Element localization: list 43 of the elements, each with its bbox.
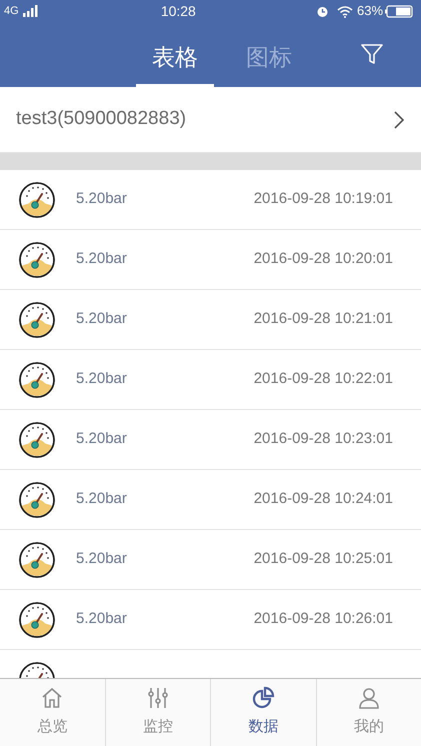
- tab-bar-item[interactable]: 数据: [210, 679, 316, 746]
- view-tab[interactable]: 表格: [136, 36, 214, 87]
- chevron-right-icon: [393, 110, 405, 130]
- gauge-icon: [18, 600, 56, 638]
- clock-time: 10:28: [160, 2, 196, 20]
- gauge-icon: [18, 180, 56, 218]
- alarm-icon: [316, 4, 329, 18]
- pressure-value: 5.20bar: [76, 429, 127, 450]
- pressure-value: 5.20bar: [76, 249, 127, 270]
- battery-percent: 63%: [356, 2, 384, 20]
- user-icon: [356, 686, 381, 710]
- record-time: 2016-09-28 10:25:01: [254, 549, 393, 570]
- pressure-value: 5.20bar: [76, 489, 127, 510]
- filter-icon[interactable]: [360, 42, 384, 66]
- carrier-label: 4G: [4, 4, 19, 19]
- pressure-value: 5.20bar: [76, 369, 127, 390]
- pressure-value: 5.20bar: [76, 189, 127, 210]
- pie-chart-icon: [251, 686, 276, 710]
- record-time: 2016-09-28 10:26:01: [254, 609, 393, 630]
- record-time: 2016-09-28 10:20:01: [254, 249, 393, 270]
- pressure-value: 5.20bar: [76, 549, 127, 570]
- gauge-icon: [18, 480, 56, 518]
- record-time: 2016-09-28 10:19:01: [254, 189, 393, 210]
- tab-bar-item[interactable]: 总览: [0, 679, 104, 746]
- gauge-icon: [18, 540, 56, 578]
- battery-icon: [385, 4, 414, 18]
- wifi-icon: [336, 4, 353, 18]
- pressure-value: 5.20bar: [76, 309, 127, 330]
- gauge-icon: [18, 420, 56, 458]
- device-name: test3(50900082883): [16, 107, 186, 132]
- record-time: 2016-09-28 10:23:01: [254, 429, 393, 450]
- view-tab[interactable]: 图标: [230, 36, 308, 87]
- record-time: 2016-09-28 10:21:01: [254, 309, 393, 330]
- sliders-icon: [146, 686, 170, 710]
- home-icon: [40, 686, 64, 710]
- gauge-icon: [18, 240, 56, 278]
- gauge-icon: [18, 360, 56, 398]
- tab-bar-item[interactable]: 监控: [104, 679, 210, 746]
- gauge-icon: [18, 300, 56, 338]
- tab-bar-item[interactable]: 我的: [316, 679, 421, 746]
- record-time: 2016-09-28 10:24:01: [254, 489, 393, 510]
- pressure-value: 5.20bar: [76, 609, 127, 630]
- record-time: 2016-09-28 10:22:01: [254, 369, 393, 390]
